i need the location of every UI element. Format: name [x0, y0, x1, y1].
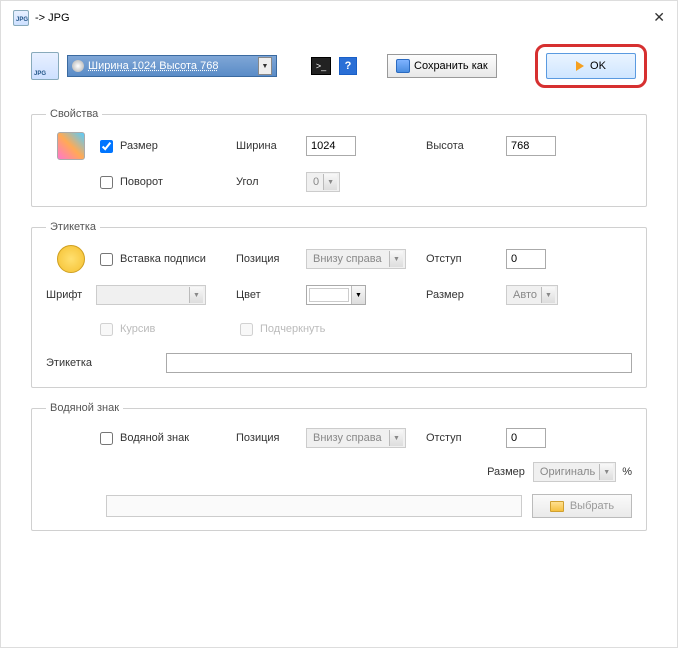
font-size-select: Авто ▼	[506, 285, 558, 305]
toolbar: Ширина 1024 Высота 768 ▼ >_ ? Сохранить …	[31, 44, 647, 88]
insert-caption-input[interactable]	[100, 253, 113, 266]
rotate-checkbox-input[interactable]	[100, 176, 113, 189]
label-indent-label: Отступ	[426, 253, 506, 265]
chevron-down-icon: ▼	[389, 430, 403, 446]
wm-indent-input[interactable]	[506, 428, 546, 448]
italic-input	[100, 323, 113, 336]
console-button[interactable]: >_	[311, 57, 331, 75]
dialog-window: -> JPG ✕ Ширина 1024 Высота 768 ▼ >_ ? С…	[0, 0, 678, 648]
underline-input	[240, 323, 253, 336]
watermark-legend: Водяной знак	[46, 402, 123, 414]
watermark-checkbox[interactable]: Водяной знак	[96, 429, 236, 448]
properties-icon	[57, 132, 85, 160]
properties-group: Свойства Размер Ширина Высота Поворот Уг…	[31, 108, 647, 207]
angle-label: Угол	[236, 176, 306, 188]
chevron-down-icon: ▼	[351, 286, 365, 304]
underline-checkbox: Подчеркнуть	[236, 320, 325, 339]
width-label: Ширина	[236, 140, 306, 152]
chevron-down-icon: ▼	[389, 251, 403, 267]
watermark-group: Водяной знак Водяной знак Позиция Внизу …	[31, 402, 647, 531]
wm-size-label: Размер	[487, 466, 525, 478]
size-checkbox[interactable]: Размер	[96, 137, 236, 156]
height-input[interactable]	[506, 136, 556, 156]
browse-button: Выбрать	[532, 494, 632, 518]
width-input[interactable]	[306, 136, 356, 156]
properties-legend: Свойства	[46, 108, 102, 120]
italic-checkbox: Курсив	[96, 320, 236, 339]
titlebar: -> JPG ✕	[1, 1, 677, 34]
font-label: Шрифт	[46, 289, 96, 301]
size-checkbox-input[interactable]	[100, 140, 113, 153]
save-as-button[interactable]: Сохранить как	[387, 54, 497, 78]
font-select: ▼	[96, 285, 206, 305]
chevron-down-icon: ▼	[541, 287, 555, 303]
watermark-input[interactable]	[100, 432, 113, 445]
wm-position-label: Позиция	[236, 432, 306, 444]
ok-highlight: OK	[535, 44, 647, 88]
angle-select: 0 ▼	[306, 172, 340, 192]
color-label: Цвет	[236, 289, 306, 301]
chevron-down-icon: ▼	[189, 287, 203, 303]
label-position-select: Внизу справа ▼	[306, 249, 406, 269]
wm-size-select: Оригиналь ▼	[533, 462, 616, 482]
wm-indent-label: Отступ	[426, 432, 506, 444]
chevron-down-icon: ▼	[599, 464, 613, 480]
size-preset-dropdown[interactable]: Ширина 1024 Высота 768 ▼	[67, 55, 277, 77]
folder-icon	[550, 501, 564, 512]
ok-label: OK	[590, 60, 606, 72]
label-text-input[interactable]	[166, 353, 632, 373]
arrow-right-icon	[576, 61, 584, 71]
insert-caption-checkbox[interactable]: Вставка подписи	[96, 250, 236, 269]
percent-label: %	[622, 466, 632, 478]
chevron-down-icon: ▼	[258, 57, 272, 75]
window-title: -> JPG	[35, 12, 70, 24]
app-icon	[13, 10, 29, 26]
label-indent-input[interactable]	[506, 249, 546, 269]
watermark-path-input	[106, 495, 522, 517]
label-icon	[57, 245, 85, 273]
gear-icon	[72, 60, 84, 72]
close-icon[interactable]: ✕	[653, 9, 665, 26]
size-preset-text: Ширина 1024 Высота 768	[88, 60, 258, 72]
label-text-label: Этикетка	[46, 357, 166, 369]
chevron-down-icon: ▼	[323, 174, 337, 190]
help-button[interactable]: ?	[339, 57, 357, 75]
rotate-checkbox[interactable]: Поворот	[96, 173, 236, 192]
label-group: Этикетка Вставка подписи Позиция Внизу с…	[31, 221, 647, 388]
ok-button[interactable]: OK	[546, 53, 636, 79]
label-position-label: Позиция	[236, 253, 306, 265]
jpg-icon	[31, 52, 59, 80]
save-as-label: Сохранить как	[414, 60, 488, 72]
color-swatch	[309, 288, 349, 302]
wm-position-select: Внизу справа ▼	[306, 428, 406, 448]
browse-label: Выбрать	[570, 500, 614, 512]
disk-icon	[396, 59, 410, 73]
height-label: Высота	[426, 140, 506, 152]
label-legend: Этикетка	[46, 221, 100, 233]
color-select[interactable]: ▼	[306, 285, 366, 305]
font-size-label: Размер	[426, 289, 506, 301]
